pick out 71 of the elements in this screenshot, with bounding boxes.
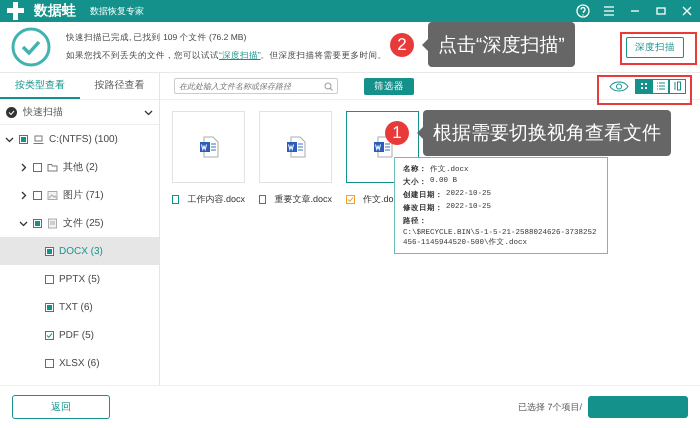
step-number: 1	[385, 121, 409, 145]
deep-scan-link[interactable]: “深度扫描”	[219, 50, 261, 60]
image-icon	[47, 190, 58, 200]
word-document-icon	[286, 136, 306, 158]
detail-icon	[672, 81, 682, 91]
checkbox[interactable]	[172, 195, 180, 204]
deep-scan-button[interactable]: 深度扫描	[626, 36, 684, 58]
folder-icon	[47, 162, 58, 172]
tree-item[interactable]: TXT (6)	[0, 293, 159, 321]
checkbox[interactable]	[33, 190, 42, 200]
app-subtitle: 数据恢复专家	[90, 4, 144, 18]
grid-view-button[interactable]	[635, 78, 652, 94]
list-icon	[656, 81, 666, 91]
scan-hint-text: 如果您找不到丢失的文件，您可以试试“深度扫描”。但深度扫描将需要更多时间。	[66, 50, 387, 62]
detail-view-button[interactable]	[669, 78, 686, 94]
list-view-button[interactable]	[652, 78, 669, 94]
eye-icon[interactable]	[609, 80, 629, 92]
tree-label: 其他 (2)	[63, 160, 98, 174]
scan-status-text: 快速扫描已完成, 已找到 109 个文件 (76.2 MB)	[66, 32, 248, 44]
checkbox[interactable]	[19, 134, 28, 144]
close-icon[interactable]	[680, 4, 694, 18]
tree-item[interactable]: PPTX (5)	[0, 265, 159, 293]
tree-item[interactable]: 文件 (25)	[0, 209, 159, 237]
step-number: 2	[390, 32, 414, 56]
tree-item[interactable]: 其他 (2)	[0, 153, 159, 181]
callout-pointer	[422, 38, 428, 50]
menu-icon[interactable]	[602, 4, 616, 18]
tree-label: 图片 (71)	[63, 188, 104, 202]
word-document-icon	[198, 136, 218, 158]
back-button[interactable]: 返回	[12, 395, 110, 419]
checkbox[interactable]	[45, 246, 54, 256]
help-icon[interactable]	[576, 4, 590, 18]
selection-count: 已选择 7个项目/	[518, 400, 582, 414]
checkbox[interactable]	[346, 195, 355, 204]
tree-label: C:(NTFS) (100)	[49, 134, 118, 144]
callout-pointer	[417, 127, 423, 139]
tree-label: TXT (6)	[59, 302, 93, 312]
tree-label: DOCX (3)	[59, 246, 103, 256]
view-tab[interactable]: 按类型查看	[0, 73, 80, 99]
checkbox[interactable]	[45, 274, 54, 284]
tree-item[interactable]: 图片 (71)	[0, 181, 159, 209]
checkbox[interactable]	[259, 195, 266, 204]
filter-button[interactable]: 筛选器	[364, 78, 414, 94]
tree-label: 文件 (25)	[63, 216, 104, 230]
checkbox[interactable]	[33, 162, 42, 172]
document-icon	[47, 218, 58, 228]
dropdown-icon[interactable]	[144, 108, 153, 116]
scan-mode-label: 快速扫描	[23, 106, 63, 119]
tree-item[interactable]: XLSX (6)	[0, 349, 159, 377]
file-name: 工作内容.docx	[187, 193, 245, 206]
computer-icon	[33, 134, 44, 144]
callout-text: 根据需要切换视角查看文件	[423, 110, 671, 156]
tree-label: PPTX (5)	[59, 274, 100, 284]
success-check-icon	[10, 26, 52, 68]
search-field[interactable]: 在此处输入文件名称或保存路径	[174, 78, 338, 94]
grid-icon	[638, 81, 648, 91]
app-name: 数据蛙	[34, 2, 76, 20]
tree-item[interactable]: C:(NTFS) (100)	[0, 125, 159, 153]
view-tab[interactable]: 按路径查看	[80, 73, 159, 99]
callout-text: 点击“深度扫描”	[428, 22, 575, 67]
tree-item[interactable]: PDF (5)	[0, 321, 159, 349]
tree-label: PDF (5)	[59, 330, 94, 340]
search-icon	[324, 82, 333, 90]
file-name: 作文.do	[363, 193, 394, 206]
checkbox[interactable]	[33, 218, 42, 228]
file-name: 重要文章.docx	[274, 193, 332, 206]
checkbox[interactable]	[45, 330, 54, 340]
checkbox[interactable]	[45, 302, 54, 312]
tree-label: XLSX (6)	[59, 358, 100, 368]
checkbox[interactable]	[45, 358, 54, 368]
check-icon	[6, 106, 17, 118]
